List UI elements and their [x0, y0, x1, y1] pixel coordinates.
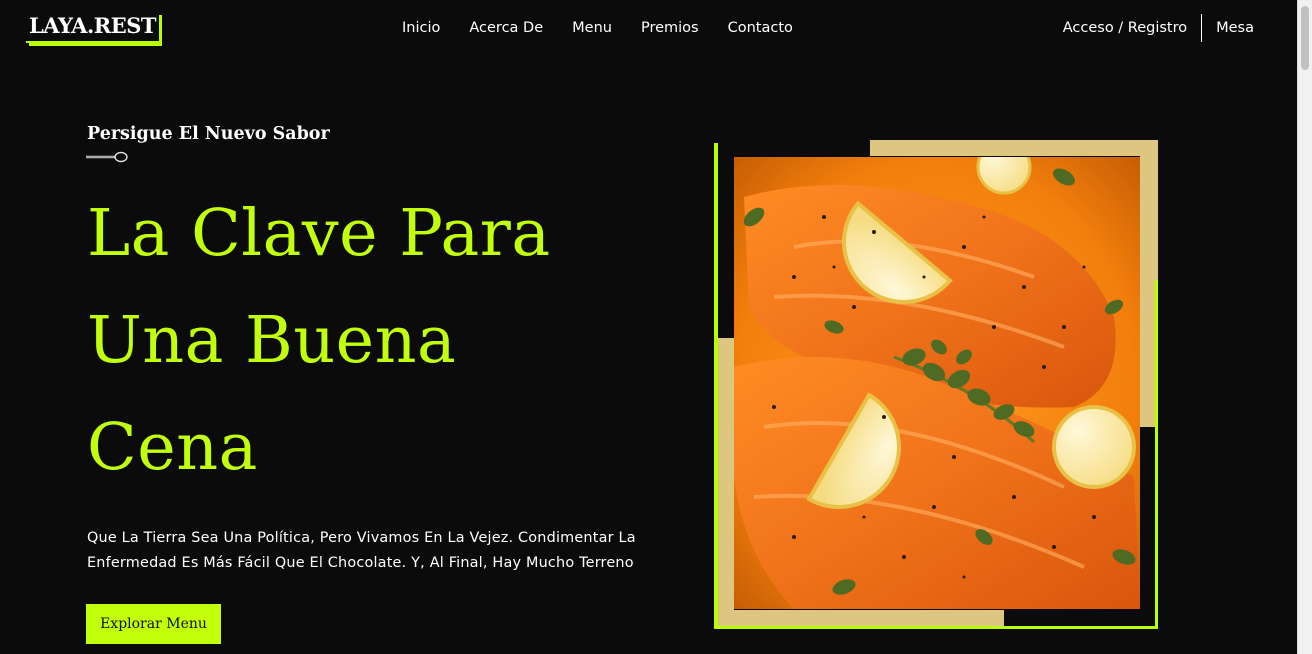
- description-line-2: Enfermedad Es Más Fácil Que El Chocolate…: [87, 555, 634, 571]
- frame-accent: [870, 140, 1158, 156]
- hero-subtitle: Persigue El Nuevo Sabor: [87, 124, 330, 144]
- site-logo[interactable]: LAYA.REST: [26, 12, 160, 43]
- nav-item-menu[interactable]: Menu: [572, 18, 612, 38]
- header-actions: Acceso / Registro Mesa: [1063, 14, 1254, 42]
- frame-border: [714, 143, 718, 629]
- frame-border: [714, 626, 1158, 629]
- hero-image-frame: [714, 140, 1158, 632]
- scrollbar[interactable]: [1297, 0, 1312, 654]
- scrollbar-thumb[interactable]: [1301, 6, 1309, 70]
- headline-line-3: Cena: [87, 410, 258, 485]
- table-link[interactable]: Mesa: [1202, 18, 1254, 38]
- description-line-1: Que La Tierra Sea Una Política, Pero Viv…: [87, 530, 636, 546]
- main-nav: Inicio Acerca De Menu Premios Contacto: [402, 18, 793, 38]
- headline-line-2: Una Buena: [87, 303, 457, 378]
- frame-accent: [718, 610, 1004, 626]
- nav-item-contacto[interactable]: Contacto: [728, 18, 793, 38]
- frame-border: [1155, 280, 1158, 629]
- hero-description: Que La Tierra Sea Una Política, Pero Viv…: [87, 526, 647, 576]
- frame-accent: [718, 338, 734, 626]
- spoon-icon: [86, 151, 128, 163]
- login-link[interactable]: Acceso / Registro: [1063, 18, 1201, 38]
- nav-item-inicio[interactable]: Inicio: [402, 18, 440, 38]
- nav-item-premios[interactable]: Premios: [641, 18, 699, 38]
- headline-line-1: La Clave Para: [87, 196, 551, 271]
- hero-headline: La Clave Para Una Buena Cena: [87, 180, 687, 501]
- nav-item-acerca[interactable]: Acerca De: [469, 18, 543, 38]
- salmon-dish-image: [734, 157, 1140, 609]
- explore-menu-button[interactable]: Explorar Menu: [86, 604, 221, 644]
